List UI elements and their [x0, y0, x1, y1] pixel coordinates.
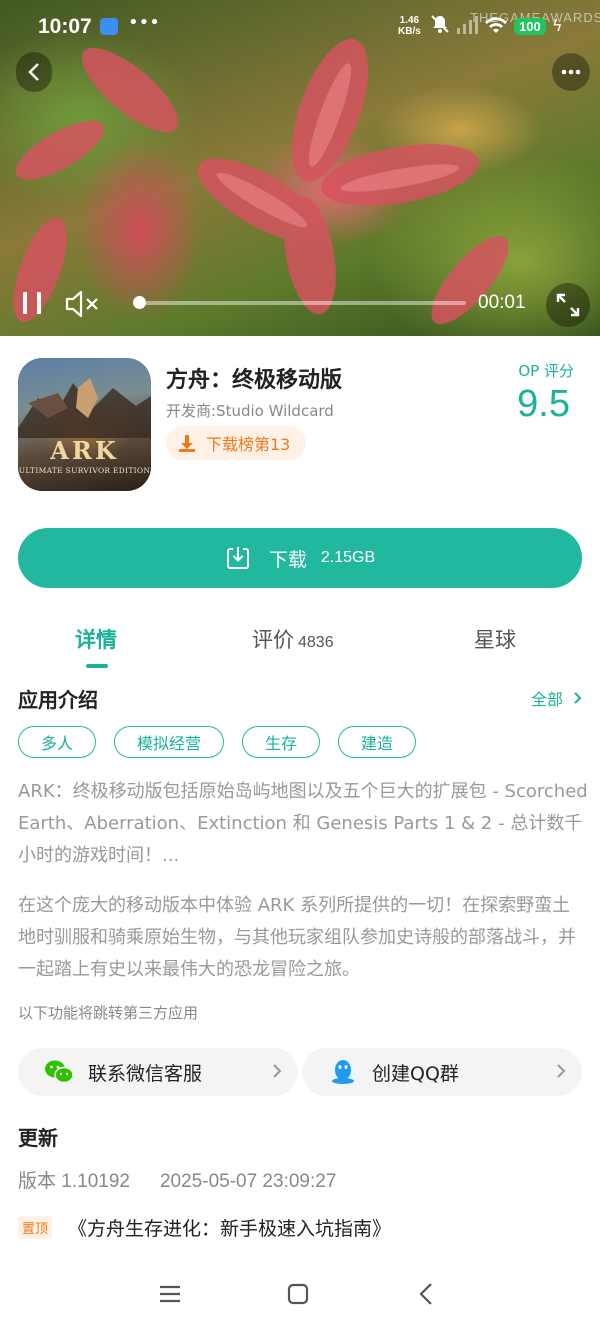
download-button[interactable]: 下载 2.15GB [18, 528, 582, 588]
tag-item[interactable]: 模拟经营 [114, 726, 225, 758]
tab-planet[interactable]: 星球 [474, 624, 516, 654]
chevron-right-icon [574, 692, 582, 704]
tab-details-label: 详情 [75, 628, 117, 652]
status-time: 10:07 [38, 15, 92, 38]
create-qq-group-label: 创建QQ群 [372, 1062, 459, 1085]
tag-item[interactable]: 多人 [18, 726, 97, 758]
op-score: OP 评分 9.5 [517, 360, 574, 426]
video-progress-bar[interactable] [133, 296, 466, 309]
create-qq-group-button[interactable]: 创建QQ群 [302, 1048, 582, 1096]
tag-item[interactable]: 建造 [338, 726, 417, 758]
third-party-note: 以下功能将跳转第三方应用 [18, 1004, 199, 1022]
download-size: 2.15GB [320, 549, 376, 566]
back-button[interactable] [16, 52, 52, 92]
wechat-service-label: 联系微信客服 [88, 1062, 203, 1085]
version-number: 版本 1.10192 [18, 1171, 130, 1192]
pinned-badge: 置顶 [18, 1216, 53, 1239]
wechat-icon [45, 1060, 74, 1084]
intro-paragraph-1[interactable]: ARK：终极移动版包括原始岛屿地图以及五个巨大的扩展包 - Scorched E… [18, 776, 588, 872]
tag-item[interactable]: 生存 [242, 726, 321, 758]
chevron-right-icon [273, 1064, 282, 1078]
see-all-link[interactable]: 全部 [531, 686, 582, 710]
download-icon [226, 547, 249, 569]
app-icon: ARK ULTIMATE SURVIVOR EDITION [18, 358, 151, 491]
back-arrow-icon [28, 63, 39, 81]
op-score-value: 9.5 [517, 383, 570, 425]
tab-details[interactable]: 详情 [75, 624, 117, 654]
back-icon[interactable] [416, 1282, 436, 1306]
battery-level: 100 [514, 18, 546, 35]
pinned-post-title[interactable]: 《方舟生存进化：新手极速入坑指南》 [68, 1214, 391, 1241]
tab-reviews-label: 评价 [252, 628, 294, 652]
network-speed-unit: KB/s [398, 26, 421, 37]
download-label: 下载 [268, 548, 307, 571]
intro-title: 应用介绍 [18, 688, 98, 712]
version-info: 版本 1.10192 2025-05-07 23:09:27 [18, 1166, 366, 1193]
mute-speaker-icon[interactable] [64, 288, 100, 320]
video-player[interactable]: 10:07 ••• THEGAMEAWARDS 1.46 KB/s 100 ϟ [0, 0, 600, 336]
message-notification-icon [100, 18, 118, 35]
status-bar: 10:07 ••• THEGAMEAWARDS 1.46 KB/s 100 ϟ [0, 0, 600, 56]
more-notifications-icon: ••• [128, 12, 160, 33]
op-score-label: OP 评分 [518, 362, 574, 380]
video-elapsed-time: 00:01 [478, 292, 526, 313]
menu-icon[interactable] [158, 1282, 182, 1306]
charging-icon: ϟ [552, 16, 563, 35]
app-header: ARK ULTIMATE SURVIVOR EDITION 方舟：终极移动版 开… [18, 358, 582, 498]
tab-reviews-count: 4836 [298, 634, 334, 651]
app-name: 方舟：终极移动版 [166, 368, 343, 393]
more-options-button[interactable] [552, 53, 590, 91]
wechat-service-button[interactable]: 联系微信客服 [18, 1048, 298, 1096]
tab-reviews[interactable]: 评价 4836 [252, 624, 334, 654]
chevron-right-icon [557, 1064, 566, 1078]
wifi-icon [485, 17, 507, 33]
tab-planet-label: 星球 [474, 628, 516, 652]
app-icon-logo: ARK [50, 436, 119, 465]
genre-tags: 多人 模拟经营 生存 建造 [18, 726, 434, 758]
update-date: 2025-05-07 23:09:27 [159, 1171, 337, 1192]
app-developer: 开发商:Studio Wildcard [166, 402, 334, 420]
pinned-post[interactable]: 置顶 《方舟生存进化：新手极速入坑指南》 [18, 1214, 391, 1241]
detail-tabs: 详情 评价 4836 星球 [0, 624, 600, 674]
qq-penguin-icon [332, 1060, 354, 1084]
download-rank-badge[interactable]: 下载榜第13 [166, 426, 307, 460]
more-dots-icon [561, 69, 581, 75]
app-icon-artwork [18, 378, 151, 438]
see-all-label: 全部 [530, 690, 563, 709]
download-rank-icon [179, 435, 195, 452]
update-title: 更新 [18, 1126, 58, 1150]
download-rank-label: 下载榜第13 [206, 435, 291, 454]
intro-paragraph-2: 在这个庞大的移动版本中体验 ARK 系列所提供的一切！在探索野蛮土地时驯服和骑乘… [18, 895, 576, 980]
fullscreen-icon [556, 293, 580, 317]
network-speed: 1.46 KB/s [398, 15, 421, 37]
network-speed-value: 1.46 [399, 15, 420, 26]
system-nav-bar [0, 1262, 600, 1333]
pause-icon[interactable] [18, 288, 46, 318]
third-party-links: 联系微信客服 创建QQ群 [18, 1048, 582, 1096]
silent-bell-icon [431, 15, 449, 33]
cell-signal-icon [457, 16, 478, 34]
app-icon-subtitle: ULTIMATE SURVIVOR EDITION [18, 466, 151, 475]
fullscreen-button[interactable] [546, 283, 590, 327]
active-tab-indicator [86, 664, 108, 668]
home-icon[interactable] [286, 1282, 310, 1306]
